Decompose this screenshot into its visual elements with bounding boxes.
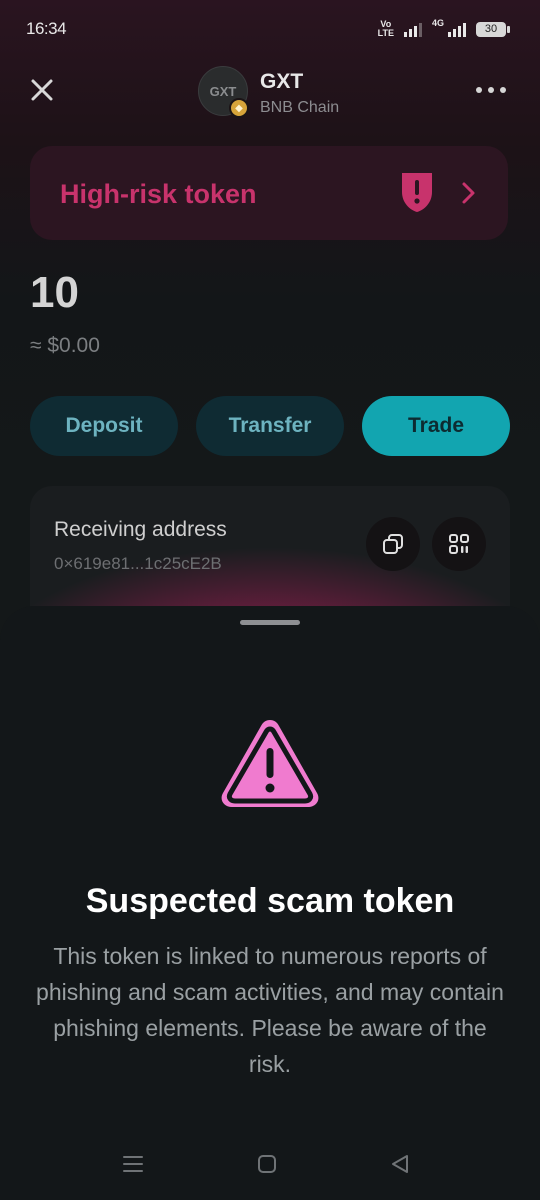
risk-label: High-risk token [60, 179, 257, 209]
shield-alert-icon [402, 173, 432, 212]
qr-code-icon [449, 534, 469, 554]
more-icon-dot [488, 87, 494, 93]
close-button[interactable] [26, 74, 58, 106]
more-options-button[interactable] [476, 80, 510, 100]
status-bar: 16:34 Vo LTE 4G 30 [0, 0, 540, 60]
receiving-address-value: 0×619e81...1c25cE2B [54, 554, 222, 573]
trade-button[interactable]: Trade [362, 396, 510, 456]
token-logo-text: GXT [209, 83, 237, 99]
battery-level: 30 [484, 22, 498, 35]
token-chain: BNB Chain [260, 99, 340, 116]
chevron-right-icon [462, 182, 475, 204]
home-button[interactable] [255, 1152, 279, 1176]
qr-code-button[interactable] [432, 517, 486, 571]
more-icon-dot [500, 87, 506, 93]
fiat-balance: ≈ $0.00 [30, 334, 100, 357]
more-icon-dot [476, 87, 482, 93]
deposit-button[interactable]: Deposit [30, 396, 178, 456]
warning-triangle-icon [221, 720, 319, 807]
status-icons: Vo LTE 4G 30 [377, 18, 510, 38]
token-name: GXT [260, 70, 304, 93]
close-icon [31, 79, 53, 101]
scam-warning-sheet: Suspected scam token This token is linke… [0, 606, 540, 1200]
back-button[interactable] [388, 1152, 412, 1176]
token-balance: 10 [30, 268, 79, 317]
sheet-title: Suspected scam token [85, 882, 455, 920]
network-type: 4G [431, 18, 444, 28]
sheet-drag-handle[interactable] [240, 620, 300, 625]
signal-icon-2 [448, 21, 466, 37]
bnb-chain-icon: ◆ [229, 98, 249, 118]
recent-apps-button[interactable] [121, 1152, 145, 1176]
volte-icon: Vo LTE [377, 19, 394, 38]
sheet-description: This token is linked to numerous reports… [36, 943, 504, 1077]
copy-address-button[interactable] [366, 517, 420, 571]
status-time: 16:34 [26, 19, 67, 38]
signal-icon [403, 21, 422, 37]
transfer-button[interactable]: Transfer [196, 396, 344, 456]
system-nav-bar [0, 1134, 540, 1200]
screen: 16:34 Vo LTE 4G 30 GXT ◆ GXT BNB Chain H… [0, 0, 540, 1200]
battery-icon: 30 [476, 21, 510, 37]
receiving-address-label: Receiving address [54, 518, 227, 541]
copy-icon [383, 534, 403, 554]
risk-banner[interactable]: High-risk token [30, 146, 508, 240]
